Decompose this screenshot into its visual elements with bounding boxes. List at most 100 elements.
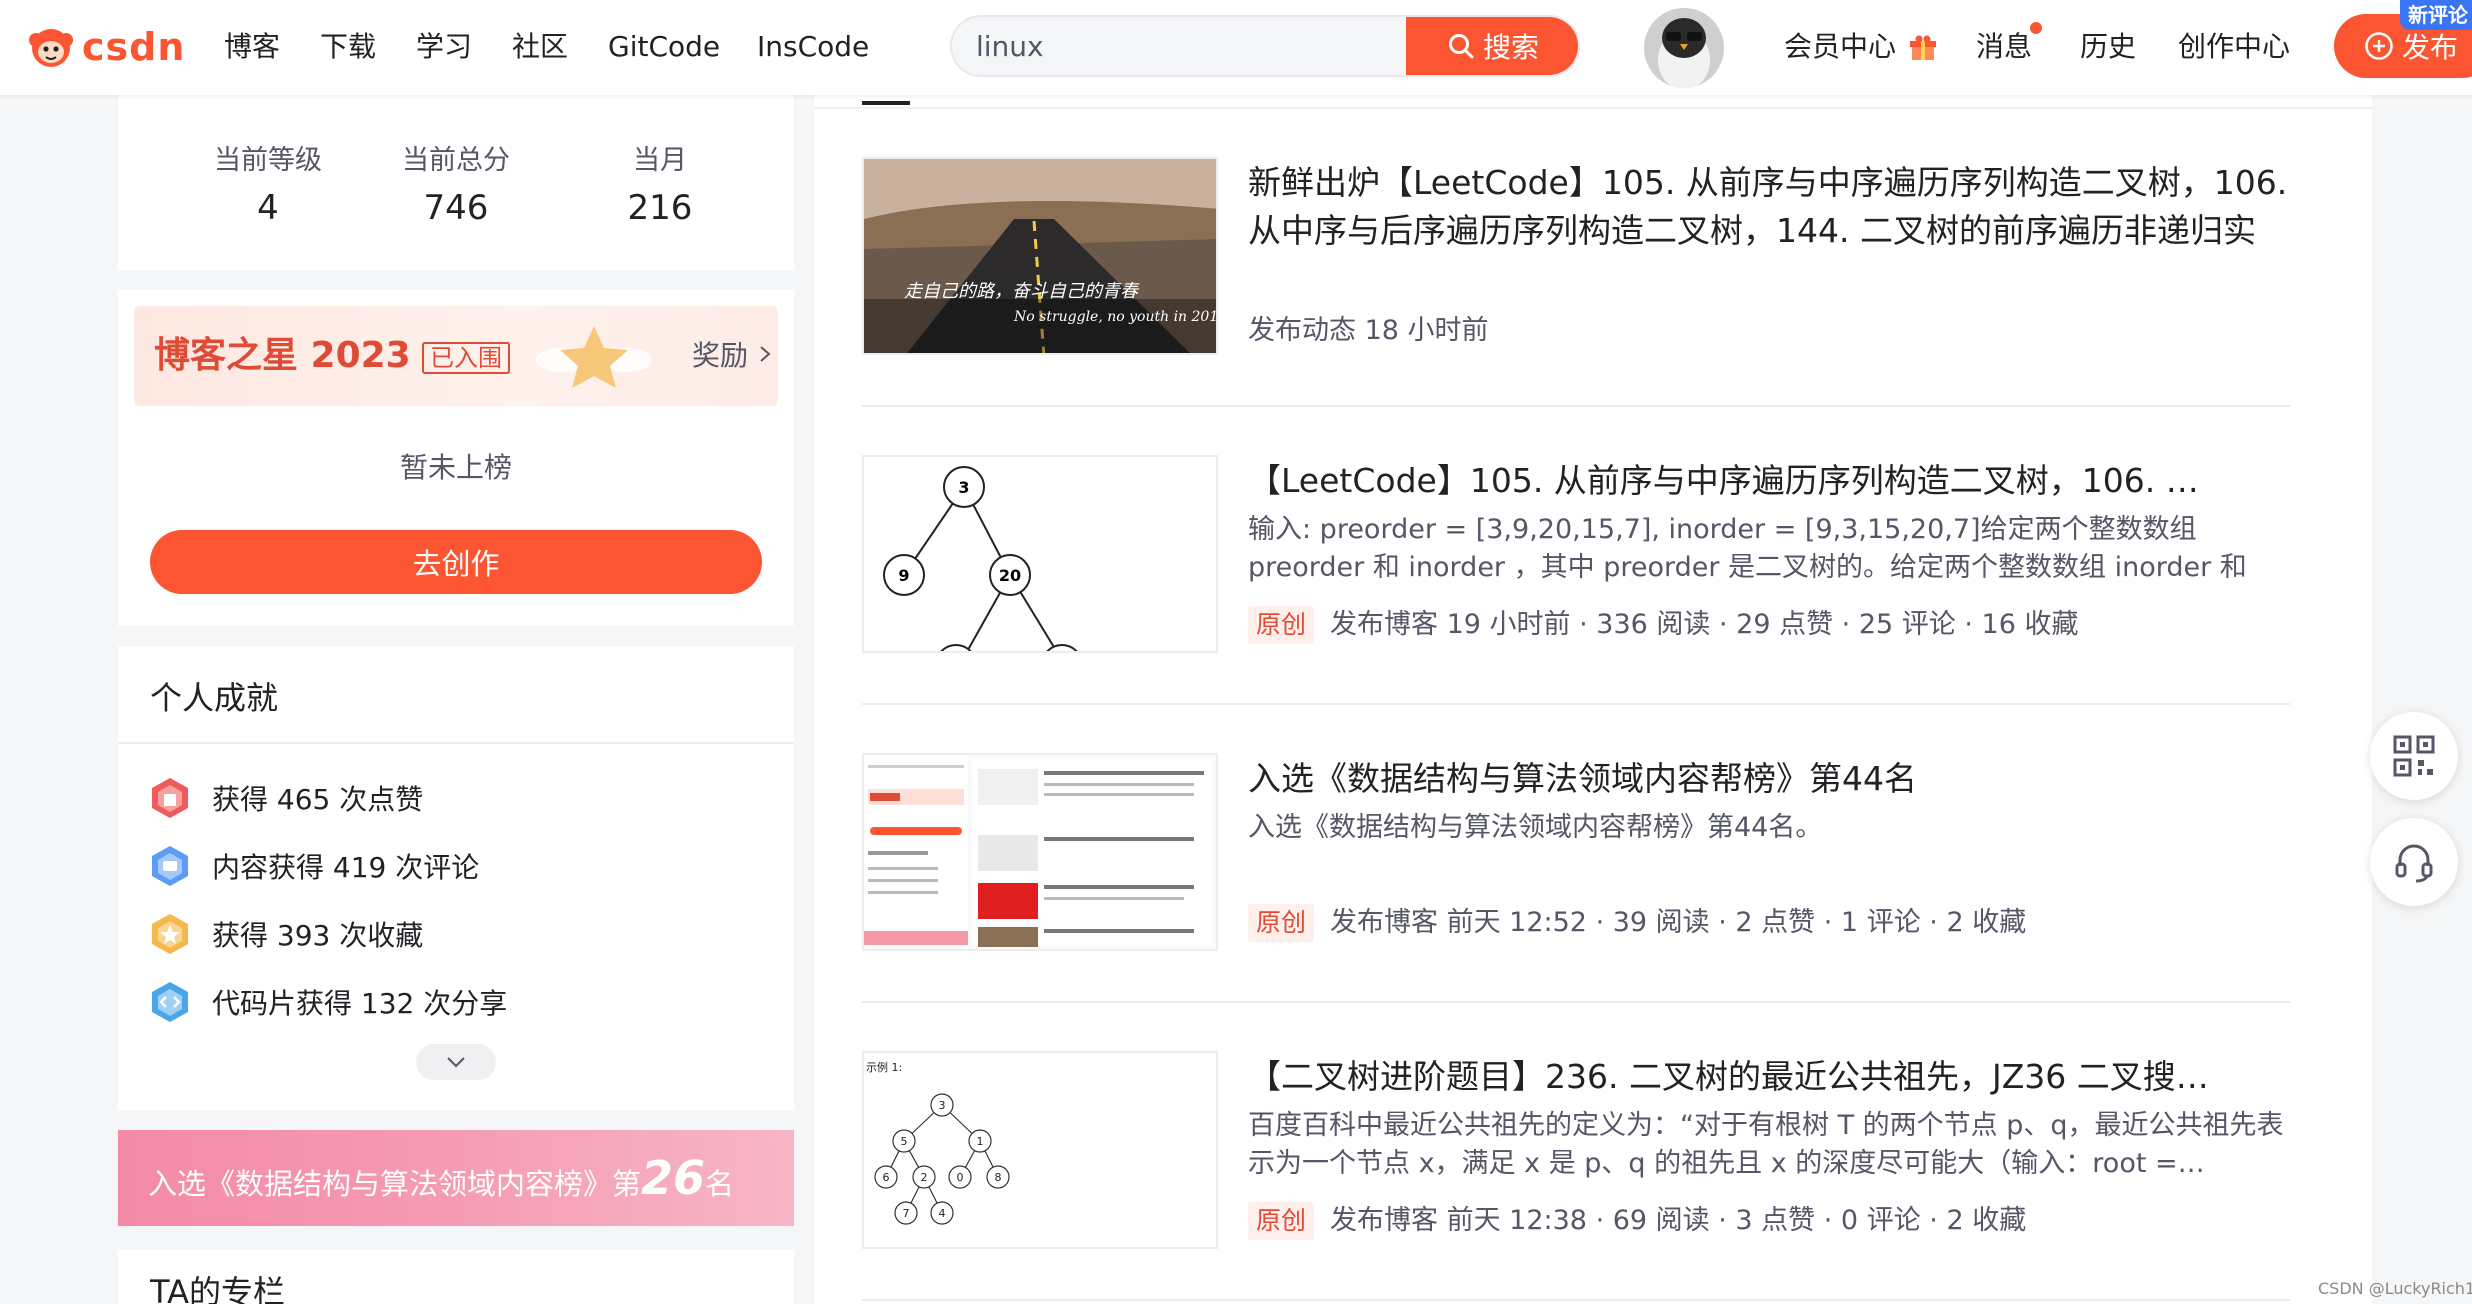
nav-community[interactable]: 社区 — [512, 27, 568, 67]
feed-item-meta: 发布博客 19 小时前 · 336 阅读 · 29 点赞 · 25 评论 · 1… — [1330, 609, 2079, 640]
search-input[interactable] — [952, 17, 1408, 75]
shortlisted-tag: 已入围 — [422, 342, 510, 374]
thumbnail-screenshot[interactable] — [862, 753, 1218, 951]
nav-history[interactable]: 历史 — [2080, 27, 2136, 67]
nav-member-center[interactable]: 会员中心 — [1784, 27, 1937, 67]
feed-item-meta-row: 原创 发布博客 19 小时前 · 336 阅读 · 29 点赞 · 25 评论 … — [1248, 605, 2078, 645]
stat-label: 当月 — [633, 145, 687, 176]
tree-node-label: 7 — [903, 1207, 910, 1220]
page-screenshot-image — [864, 755, 1216, 949]
achievement-text: 代码片获得 132 次分享 — [212, 987, 508, 1020]
feed-item[interactable]: 示例 1: 3 5 1 6 2 0 8 7 4 【二叉树进阶题目】236. 二叉… — [862, 1051, 2290, 1304]
achievements-title: 个人成就 — [150, 679, 279, 717]
road-photo — [864, 159, 1216, 353]
divider — [862, 1001, 2290, 1003]
achievement-likes: 获得 465 次点赞 — [150, 776, 423, 820]
customer-service-button[interactable] — [2370, 818, 2458, 906]
blog-star-title: 博客之星 2023 — [154, 335, 411, 376]
feed-item[interactable]: 3 9 20 【LeetCode】105. 从前序与中序遍历序列构造二叉树，10… — [862, 455, 2290, 753]
search-icon — [1448, 34, 1474, 59]
binary-tree-example-diagram: 示例 1: 3 5 1 6 2 0 8 7 4 — [866, 1060, 1010, 1225]
unread-dot — [2030, 22, 2042, 34]
feed-item[interactable]: 入选《数据结构与算法领域内容帮榜》第44名 入选《数据结构与算法领域内容帮榜》第… — [862, 753, 2290, 1051]
tree-node-label: 5 — [901, 1135, 908, 1148]
stat-level: 当前等级 4 — [178, 143, 358, 233]
blog-star-banner[interactable]: 博客之星 2023 已入围 奖励 — [134, 306, 778, 406]
columns-title: TA的专栏 — [150, 1273, 285, 1304]
thumbnail-tree[interactable]: 3 9 20 — [862, 455, 1218, 653]
tree-node-label: 20 — [999, 566, 1021, 585]
stat-value: 746 — [423, 188, 489, 228]
qr-code-icon — [2393, 735, 2435, 777]
chevron-right-icon — [760, 346, 771, 362]
divider — [862, 1299, 2290, 1301]
csdn-logo[interactable]: csdn — [26, 22, 185, 72]
feed-item-title[interactable]: 【LeetCode】105. 从前序与中序遍历序列构造二叉树，106. … — [1248, 457, 2288, 505]
user-avatar[interactable] — [1644, 8, 1724, 88]
stats-card: 当前等级 4 当前总分 746 当月 216 — [118, 95, 794, 270]
thumbnail-caption-en: No struggle, no youth in 2019 — [1014, 309, 1218, 325]
thumbnail-tree-example[interactable]: 示例 1: 3 5 1 6 2 0 8 7 4 — [862, 1051, 1218, 1249]
stat-total-score: 当前总分 746 — [366, 143, 546, 233]
tree-node-label: 0 — [957, 1171, 964, 1184]
binary-tree-diagram: 3 9 20 — [883, 466, 1078, 651]
original-tag: 原创 — [1248, 606, 1315, 644]
tree-node-label: 3 — [958, 478, 969, 497]
feed-item-title[interactable]: 新鲜出炉【LeetCode】105. 从前序与中序遍历序列构造二叉树，106. … — [1248, 159, 2288, 255]
achievements-card: 个人成就 获得 465 次点赞 内容获得 419 次评论 获得 393 次收藏 — [118, 646, 794, 1110]
new-review-badge[interactable]: 新评论 — [2400, 0, 2472, 30]
stat-value: 4 — [257, 188, 279, 228]
feed-item-meta-row: 原创 发布博客 前天 12:38 · 69 阅读 · 3 点赞 · 0 评论 ·… — [1248, 1201, 2026, 1241]
tree-node-label: 8 — [995, 1171, 1002, 1184]
nav-creation-center[interactable]: 创作中心 — [2178, 27, 2290, 67]
divider — [862, 703, 2290, 705]
divider — [814, 107, 2372, 109]
reward-link[interactable]: 奖励 — [692, 336, 773, 376]
qr-code-button[interactable] — [2370, 712, 2458, 800]
logo-monkey-icon — [29, 29, 73, 67]
go-create-button[interactable]: 去创作 — [150, 530, 762, 594]
nav-gitcode[interactable]: GitCode — [608, 27, 720, 67]
tree-node-label: 3 — [939, 1099, 946, 1112]
stat-value: 216 — [627, 188, 693, 228]
example-label: 示例 1: — [866, 1060, 902, 1074]
tree-node-label: 6 — [883, 1171, 890, 1184]
comment-icon — [152, 846, 188, 886]
ranking-banner[interactable]: 入选《数据结构与算法领域内容榜》第26名 — [118, 1130, 794, 1226]
achievement-text: 获得 465 次点赞 — [212, 783, 424, 816]
feed-item-title[interactable]: 入选《数据结构与算法领域内容帮榜》第44名 — [1248, 755, 2288, 803]
feed-item-description: 入选《数据结构与算法领域内容帮榜》第44名。 — [1248, 812, 1823, 843]
stat-label: 当前总分 — [402, 145, 510, 176]
tree-node-label: 2 — [921, 1171, 928, 1184]
feed-item-meta: 发布博客 前天 12:52 · 39 阅读 · 2 点赞 · 1 评论 · 2 … — [1330, 907, 2027, 938]
feed-item-meta: 发布博客 前天 12:38 · 69 阅读 · 3 点赞 · 0 评论 · 2 … — [1330, 1205, 2027, 1236]
search-button[interactable]: 搜索 — [1406, 17, 1578, 75]
member-center-label: 会员中心 — [1784, 30, 1897, 63]
original-tag: 原创 — [1248, 1202, 1315, 1240]
nav-learn[interactable]: 学习 — [416, 27, 472, 67]
publish-label: 发布 — [2402, 31, 2459, 64]
plus-circle-icon — [2365, 32, 2393, 60]
nav-download[interactable]: 下载 — [320, 27, 376, 67]
tree-node-label: 9 — [898, 566, 909, 585]
feed-item-description: 输入: preorder = [3,9,20,15,7], inorder = … — [1248, 514, 2247, 583]
watermark: CSDN @LuckyRich1 — [2318, 1279, 2472, 1298]
thumbnail-road[interactable]: 走自己的路，奋斗自己的青春 No struggle, no youth in 2… — [862, 157, 1218, 355]
nav-blog[interactable]: 博客 — [224, 27, 280, 67]
reward-label: 奖励 — [692, 339, 749, 372]
expand-achievements-button[interactable] — [416, 1044, 496, 1080]
feed-item-title[interactable]: 【二叉树进阶题目】236. 二叉树的最近公共祖先，JZ36 二叉搜… — [1248, 1053, 2288, 1101]
top-navbar: csdn 博客 下载 学习 社区 GitCode InsCode 搜索 会员中心 — [0, 0, 2472, 95]
ranking-number: 26 — [641, 1151, 706, 1205]
nav-messages[interactable]: 消息 — [1976, 27, 2032, 67]
feed-item[interactable]: 走自己的路，奋斗自己的青春 No struggle, no youth in 2… — [862, 157, 2290, 455]
ranking-suffix: 名 — [705, 1167, 735, 1201]
nav-inscode[interactable]: InsCode — [757, 27, 869, 67]
ranking-prefix: 入选《数据结构与算法领域内容榜》第 — [148, 1167, 642, 1201]
avatar-penguin-icon — [1644, 8, 1724, 88]
stat-label: 当前等级 — [214, 145, 322, 176]
search-box: 搜索 — [950, 15, 1580, 77]
active-tab-indicator — [862, 101, 910, 105]
ranking-text: 入选《数据结构与算法领域内容榜》第26名 — [148, 1155, 735, 1206]
logo-text: csdn — [82, 25, 186, 69]
